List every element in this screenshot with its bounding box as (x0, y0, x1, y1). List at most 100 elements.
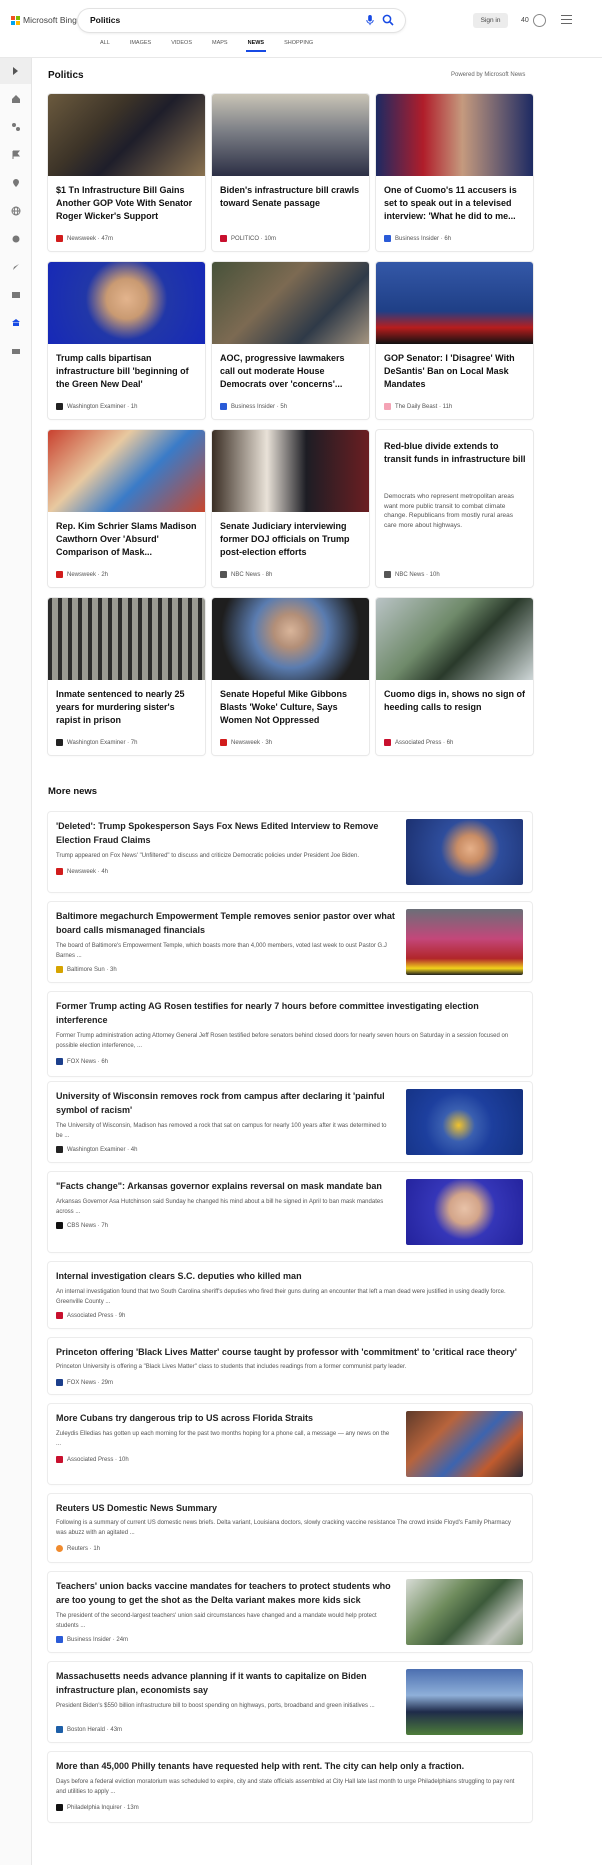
news-card[interactable]: Cuomo digs in, shows no sign of heeding … (376, 598, 533, 755)
news-card[interactable]: $1 Tn Infrastructure Bill Gains Another … (48, 94, 205, 251)
powered-by-label: Powered by Microsoft News (451, 72, 526, 78)
card-title[interactable]: Rep. Kim Schrier Slams Madison Cawthorn … (56, 520, 198, 559)
news-card[interactable]: Inmate sentenced to nearly 25 years for … (48, 598, 205, 755)
source-favicon-icon (220, 739, 227, 746)
bing-logo[interactable]: Microsoft Bing (11, 15, 77, 25)
flag-icon[interactable] (11, 150, 21, 160)
tab-all[interactable]: ALL (90, 40, 120, 54)
card-source: Newsweek · 47m (56, 235, 113, 242)
news-source: Associated Press · 10h (56, 1456, 129, 1463)
news-title[interactable]: Internal investigation clears S.C. deput… (56, 1270, 516, 1284)
tab-maps[interactable]: MAPS (202, 40, 238, 54)
card-source: Newsweek · 3h (220, 739, 272, 746)
news-card[interactable]: AOC, progressive lawmakers call out mode… (212, 262, 369, 419)
globe-icon[interactable] (11, 206, 21, 216)
news-card[interactable]: GOP Senator: I 'Disagree' With DeSantis'… (376, 262, 533, 419)
source-favicon-icon (56, 1379, 63, 1386)
news-list-item[interactable]: More Cubans try dangerous trip to US acr… (48, 1404, 532, 1484)
card-image (48, 598, 205, 680)
home-icon[interactable] (11, 94, 21, 104)
card-image (48, 262, 205, 344)
sign-in-button[interactable]: Sign in (473, 13, 508, 28)
news-list-item[interactable]: Massachusetts needs advance planning if … (48, 1662, 532, 1742)
card-source: Washington Examiner · 1h (56, 403, 137, 410)
news-source: Philadelphia Inquirer · 13m (56, 1804, 139, 1811)
card-title[interactable]: Cuomo digs in, shows no sign of heeding … (384, 688, 526, 714)
news-card[interactable]: Rep. Kim Schrier Slams Madison Cawthorn … (48, 430, 205, 587)
tab-news[interactable]: NEWS (238, 40, 275, 54)
news-title[interactable]: Baltimore megachurch Empowerment Temple … (56, 910, 401, 937)
card-source: NBC News · 8h (220, 571, 272, 578)
news-title[interactable]: Massachusetts needs advance planning if … (56, 1670, 391, 1697)
news-snippet: Princeton University is offering a "Blac… (56, 1364, 407, 1370)
source-favicon-icon (56, 1456, 63, 1463)
more-news-title: More news (48, 786, 98, 797)
tab-shopping[interactable]: SHOPPING (274, 40, 323, 54)
search-icon[interactable] (382, 14, 394, 26)
card-title[interactable]: Senate Judiciary interviewing former DOJ… (220, 520, 362, 559)
news-card[interactable]: Senate Hopeful Mike Gibbons Blasts 'Woke… (212, 598, 369, 755)
news-card[interactable]: Senate Judiciary interviewing former DOJ… (212, 430, 369, 587)
search-input[interactable]: Politics (90, 15, 120, 25)
money-icon[interactable] (11, 346, 21, 356)
expand-sidebar-button[interactable] (0, 58, 31, 84)
science-icon[interactable] (11, 122, 21, 132)
source-favicon-icon (56, 966, 63, 973)
politics-icon[interactable] (11, 318, 21, 328)
news-card[interactable]: Trump calls bipartisan infrastructure bi… (48, 262, 205, 419)
news-list-item[interactable]: Teachers' union backs vaccine mandates f… (48, 1572, 532, 1652)
news-title[interactable]: Reuters US Domestic News Summary (56, 1502, 516, 1516)
news-card[interactable]: Biden's infrastructure bill crawls towar… (212, 94, 369, 251)
news-title[interactable]: Teachers' union backs vaccine mandates f… (56, 1580, 391, 1607)
microphone-icon[interactable] (365, 15, 375, 26)
card-title[interactable]: Biden's infrastructure bill crawls towar… (220, 184, 362, 210)
chevron-right-icon (13, 67, 18, 75)
search-box[interactable]: Politics (78, 9, 405, 32)
news-source: Newsweek · 4h (56, 868, 108, 875)
news-list-item[interactable]: Reuters US Domestic News Summary Followi… (48, 1494, 532, 1562)
news-title[interactable]: More Cubans try dangerous trip to US acr… (56, 1412, 391, 1426)
rocket-icon[interactable] (11, 262, 21, 272)
location-icon[interactable] (11, 178, 21, 188)
card-title[interactable]: Trump calls bipartisan infrastructure bi… (56, 352, 198, 391)
news-title[interactable]: More than 45,000 Philly tenants have req… (56, 1760, 516, 1774)
news-list-item[interactable]: Baltimore megachurch Empowerment Temple … (48, 902, 532, 982)
source-favicon-icon (384, 571, 391, 578)
card-title[interactable]: Senate Hopeful Mike Gibbons Blasts 'Woke… (220, 688, 362, 727)
news-card[interactable]: One of Cuomo's 11 accusers is set to spe… (376, 94, 533, 251)
news-list-item[interactable]: Princeton offering 'Black Lives Matter' … (48, 1338, 532, 1394)
news-list-item[interactable]: "Facts change": Arkansas governor explai… (48, 1172, 532, 1252)
hamburger-menu-icon[interactable] (561, 15, 572, 24)
tab-images[interactable]: IMAGES (120, 40, 161, 54)
news-title[interactable]: "Facts change": Arkansas governor explai… (56, 1180, 391, 1194)
entertainment-icon[interactable] (11, 290, 21, 300)
card-title[interactable]: Inmate sentenced to nearly 25 years for … (56, 688, 198, 727)
tab-videos[interactable]: VIDEOS (161, 40, 202, 54)
card-title[interactable]: $1 Tn Infrastructure Bill Gains Another … (56, 184, 198, 223)
source-favicon-icon (56, 1058, 63, 1065)
sports-icon[interactable] (11, 234, 21, 244)
card-title[interactable]: GOP Senator: I 'Disagree' With DeSantis'… (384, 352, 526, 391)
news-list-item[interactable]: Internal investigation clears S.C. deput… (48, 1262, 532, 1328)
news-title[interactable]: Princeton offering 'Black Lives Matter' … (56, 1346, 526, 1360)
news-snippet: Following is a summary of current US dom… (56, 1520, 511, 1536)
news-title[interactable]: Former Trump acting AG Rosen testifies f… (56, 1000, 516, 1027)
card-title[interactable]: One of Cuomo's 11 accusers is set to spe… (384, 184, 526, 223)
source-favicon-icon (384, 403, 391, 410)
news-snippet: An internal investigation found that two… (56, 1289, 506, 1305)
news-card[interactable]: Red-blue divide extends to transit funds… (376, 430, 533, 587)
card-title[interactable]: Red-blue divide extends to transit funds… (384, 440, 526, 466)
news-title[interactable]: University of Wisconsin removes rock fro… (56, 1090, 391, 1117)
source-favicon-icon (56, 1222, 63, 1229)
news-title[interactable]: 'Deleted': Trump Spokesperson Says Fox N… (56, 820, 391, 847)
news-list-item[interactable]: 'Deleted': Trump Spokesperson Says Fox N… (48, 812, 532, 892)
news-thumbnail (406, 1579, 523, 1645)
source-favicon-icon (56, 1146, 63, 1153)
news-list-item[interactable]: University of Wisconsin removes rock fro… (48, 1082, 532, 1162)
news-list-item[interactable]: More than 45,000 Philly tenants have req… (48, 1752, 532, 1822)
rewards-badge[interactable]: 40 (521, 14, 546, 27)
news-list-item[interactable]: Former Trump acting AG Rosen testifies f… (48, 992, 532, 1076)
card-image (376, 262, 533, 344)
card-image (212, 598, 369, 680)
card-title[interactable]: AOC, progressive lawmakers call out mode… (220, 352, 362, 391)
